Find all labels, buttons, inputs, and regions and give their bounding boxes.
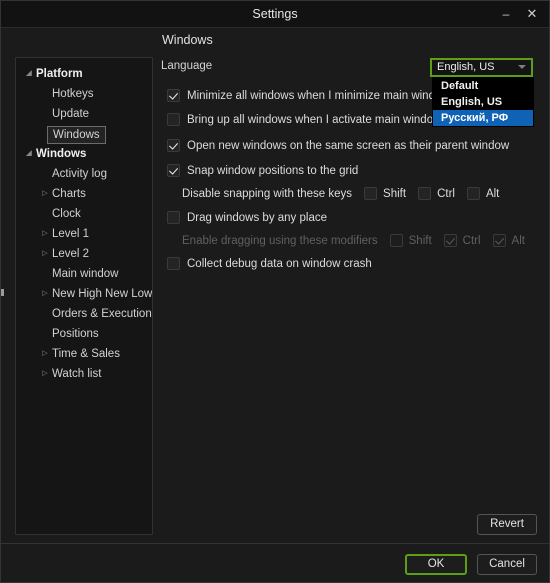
chevron-right-icon[interactable]: ▷ [40, 364, 50, 384]
checkbox-snap-keys-shift[interactable] [364, 187, 378, 201]
sidebar-item-label: Main window [52, 268, 119, 280]
settings-navigation-tree[interactable]: ◢ Platform Hotkeys Update Windows ◢ Windows Act… [15, 57, 153, 535]
footer-divider [1, 543, 549, 544]
sidebar-item-clock[interactable]: Clock [52, 204, 152, 224]
scroll-edge-artifact [1, 289, 4, 296]
sidebar-item-label: Platform [36, 68, 83, 80]
option-label: Minimize all windows when I minimize mai… [187, 89, 450, 102]
sidebar-item-level-1[interactable]: ▷ Level 1 [42, 224, 152, 244]
checkbox-collect-debug-data-on-window-crash[interactable] [167, 257, 180, 271]
sidebar-item-orders-executions[interactable]: Orders & Executions [52, 304, 152, 324]
sidebar-item-new-high-new-low[interactable]: ▷ New High New Low [42, 284, 153, 304]
title-bar: Settings – ✕ [1, 1, 549, 28]
sidebar-item-watch-list[interactable]: ▷ Watch list [42, 364, 152, 384]
checkbox-minimize-all-windows-when-i-minimize-mai[interactable] [167, 89, 180, 103]
checkbox-snap-window-positions-to-the-grid[interactable] [167, 164, 180, 178]
sidebar-item-update[interactable]: Update [52, 104, 152, 124]
settings-window: Settings – ✕ Windows ◢ Platform Hotkeys Upd… [0, 0, 550, 583]
revert-button[interactable]: Revert [477, 514, 537, 535]
sidebar-item-windows[interactable]: Windows [47, 124, 152, 144]
option-row[interactable]: Drag windows by any place [167, 209, 327, 229]
sidebar-item-windows[interactable]: ◢ Windows [26, 144, 152, 164]
chevron-right-icon[interactable]: ▷ [40, 244, 50, 264]
checkbox-snap-keys-alt[interactable] [466, 187, 480, 201]
checkbox-drag-modifiers-shift[interactable] [389, 234, 403, 248]
sidebar-item-label: Level 2 [52, 248, 90, 260]
sidebar-item-time-sales[interactable]: ▷ Time & Sales [42, 344, 152, 364]
page-title: Windows [162, 33, 213, 47]
chevron-down-icon[interactable]: ◢ [24, 144, 34, 164]
sidebar-item-main-window[interactable]: Main window [52, 264, 152, 284]
sidebar-item-label: Watch list [52, 368, 102, 380]
close-icon[interactable]: ✕ [519, 1, 545, 27]
sidebar-item-label: New High New Low [52, 288, 153, 300]
option-label: Snap window positions to the grid [187, 164, 359, 177]
sidebar-item-platform[interactable]: ◢ Platform [26, 64, 152, 84]
language-select[interactable]: English, US [430, 58, 533, 77]
sidebar-item-label: Level 1 [52, 228, 90, 240]
option-row[interactable]: Bring up all windows when I activate mai… [167, 111, 441, 131]
key-label: Shift [408, 234, 432, 247]
sidebar-item-label: Hotkeys [52, 88, 94, 100]
option-label: Open new windows on the same screen as t… [187, 139, 510, 152]
sidebar-item-label: Time & Sales [52, 348, 120, 360]
language-option[interactable]: English, US [433, 94, 533, 110]
sidebar-item-label: Activity log [52, 168, 107, 180]
checkbox-drag-windows-by-any-place[interactable] [167, 211, 180, 225]
option-row[interactable]: Collect debug data on window crash [167, 255, 372, 275]
option-label: Bring up all windows when I activate mai… [187, 113, 442, 126]
snap-keys-row[interactable]: Disable snapping with these keys Shift Ctr… [182, 185, 499, 205]
option-row[interactable]: Open new windows on the same screen as t… [167, 137, 509, 157]
sidebar-item-charts[interactable]: ▷ Charts [42, 184, 152, 204]
cancel-button[interactable]: Cancel [477, 554, 537, 575]
language-option[interactable]: Русский, РФ [433, 110, 533, 126]
drag-modifiers-label: Enable dragging using these modifiers [182, 234, 378, 247]
checkbox-bring-up-all-windows-when-i-activate-mai[interactable] [167, 113, 180, 127]
sidebar-item-positions[interactable]: Positions [52, 324, 152, 344]
chevron-down-icon [518, 65, 526, 69]
sidebar-item-label: Orders & Executions [52, 308, 153, 320]
chevron-right-icon[interactable]: ▷ [40, 344, 50, 364]
key-label: Ctrl [437, 187, 455, 200]
checkbox-open-new-windows-on-the-same-screen-as-t[interactable] [167, 139, 180, 153]
chevron-right-icon[interactable]: ▷ [40, 224, 50, 244]
option-row[interactable]: Minimize all windows when I minimize mai… [167, 87, 450, 107]
key-label: Shift [383, 187, 407, 200]
checkbox-drag-modifiers-alt[interactable] [492, 234, 506, 248]
language-label: Language [161, 60, 213, 72]
sidebar-item-label: Windows [36, 148, 87, 160]
key-label: Alt [485, 187, 500, 200]
sidebar-item-label: Positions [52, 328, 99, 340]
sidebar-item-label: Update [52, 108, 90, 120]
sidebar-item-label: Clock [52, 208, 81, 220]
option-row[interactable]: Snap window positions to the grid [167, 162, 358, 182]
chevron-right-icon[interactable]: ▷ [40, 284, 50, 304]
sidebar-item-level-2[interactable]: ▷ Level 2 [42, 244, 152, 264]
sidebar-item-activity-log[interactable]: Activity log [52, 164, 152, 184]
chevron-down-icon[interactable]: ◢ [24, 64, 34, 84]
key-label: Alt [511, 234, 525, 247]
sidebar-item-hotkeys[interactable]: Hotkeys [52, 84, 152, 104]
drag-modifiers-row[interactable]: Enable dragging using these modifiers Shi… [182, 232, 525, 252]
minimize-icon[interactable]: – [493, 1, 519, 27]
checkbox-snap-keys-ctrl[interactable] [418, 187, 432, 201]
language-option[interactable]: Default [433, 78, 533, 94]
checkbox-drag-modifiers-ctrl[interactable] [443, 234, 457, 248]
window-title: Settings [252, 7, 298, 21]
language-select-value: English, US [437, 61, 495, 73]
language-option-list[interactable]: Default English, US Русский, РФ [432, 77, 534, 127]
key-label: Ctrl [462, 234, 481, 247]
option-label: Collect debug data on window crash [187, 257, 372, 270]
chevron-right-icon[interactable]: ▷ [40, 184, 50, 204]
sidebar-item-label: Windows [47, 126, 106, 144]
sidebar-item-label: Charts [52, 188, 86, 200]
settings-content-panel: Language English, US Default English, US Р… [161, 57, 537, 535]
ok-button[interactable]: OK [405, 554, 467, 575]
snap-keys-label: Disable snapping with these keys [182, 187, 353, 200]
option-label: Drag windows by any place [187, 211, 327, 224]
